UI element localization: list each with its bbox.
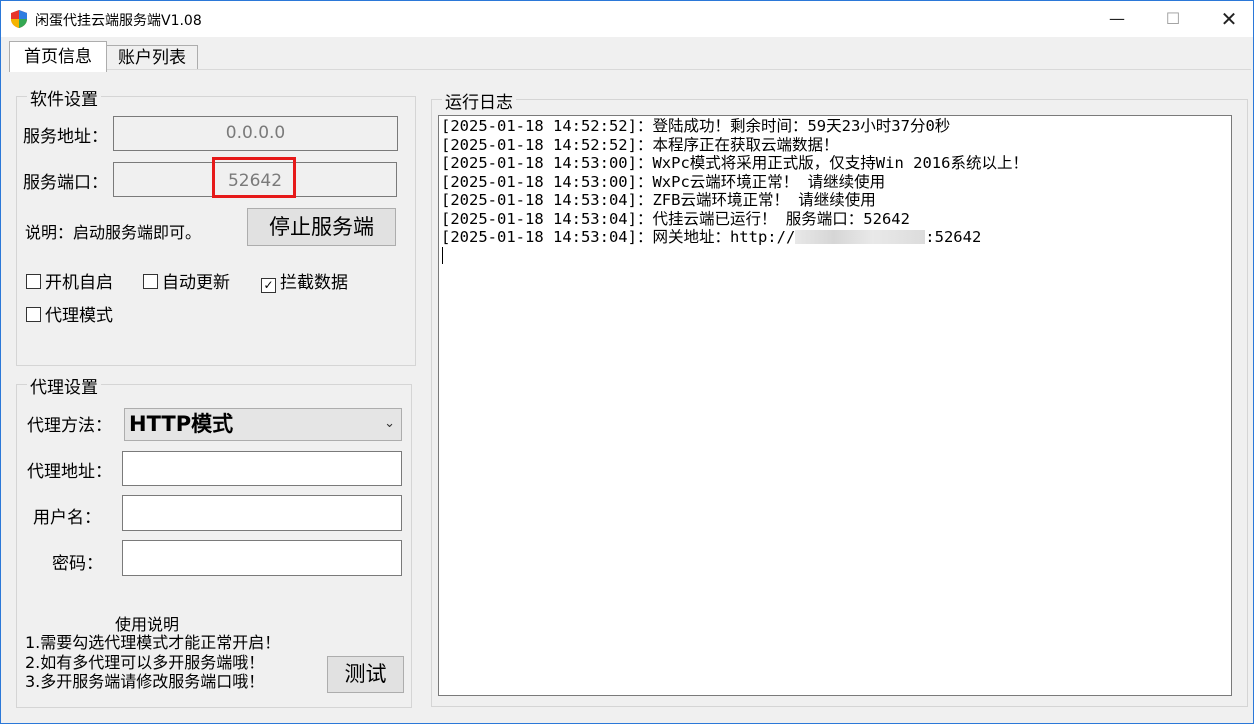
password-label: 密码：: [52, 554, 103, 574]
auto-update-checkbox[interactable]: 自动更新: [143, 268, 230, 293]
proxy-method-label: 代理方法：: [27, 416, 112, 436]
log-line: [2025-01-18 14:52:52]：登陆成功！剩余时间：59天23小时3…: [441, 117, 951, 135]
port-highlight-box: [212, 157, 296, 198]
checkbox-box: [26, 307, 41, 322]
checkbox-box: [143, 274, 158, 289]
service-address-field[interactable]: 0.0.0.0: [113, 116, 398, 151]
auto-update-label: 自动更新: [162, 273, 230, 293]
log-line: [2025-01-18 14:52:52]：本程序正在获取云端数据！: [441, 135, 839, 154]
username-input[interactable]: [122, 495, 402, 531]
proxy-address-input[interactable]: [122, 451, 402, 486]
log-line: [2025-01-18 14:53:00]：WxPc云端环境正常！ 请继续使用: [441, 172, 886, 191]
password-input[interactable]: [122, 540, 402, 576]
minimize-button[interactable]: —: [1089, 1, 1145, 37]
log-line: [2025-01-18 14:53:00]：WxPc模式将采用正式版，仅支持Wi…: [441, 154, 1028, 172]
check-icon: ✓: [261, 278, 276, 293]
instruction-line-3: 3.多开服务端请修改服务端口哦！: [25, 672, 265, 691]
intercept-data-checkbox[interactable]: ✓ 拦截数据: [261, 268, 348, 293]
proxy-method-select[interactable]: HTTP模式 ⌄: [124, 408, 402, 441]
tab-account-list[interactable]: 账户列表: [106, 45, 198, 70]
text-caret: [442, 246, 443, 264]
proxy-address-label: 代理地址：: [27, 462, 112, 482]
tab-home-info[interactable]: 首页信息: [9, 41, 107, 72]
gateway-prefix: [2025-01-18 14:53:04]：网关地址：http://: [441, 228, 796, 246]
username-label: 用户名：: [33, 508, 101, 528]
auto-start-label: 开机自启: [45, 273, 113, 293]
log-textarea[interactable]: [2025-01-18 14:52:52]：登陆成功！剩余时间：59天23小时3…: [438, 115, 1232, 696]
proxy-settings-legend: 代理设置: [27, 373, 101, 398]
redacted-address: [795, 230, 926, 244]
proxy-mode-label: 代理模式: [45, 306, 113, 326]
log-legend: 运行日志: [442, 88, 516, 113]
service-address-label: 服务地址：: [23, 127, 108, 147]
checkbox-box: [26, 274, 41, 289]
intercept-data-label: 拦截数据: [280, 273, 348, 293]
proxy-mode-checkbox[interactable]: 代理模式: [26, 301, 113, 326]
chevron-down-icon: ⌄: [384, 416, 395, 431]
log-line: [2025-01-18 14:53:04]：ZFB云端环境正常！ 请继续使用: [441, 191, 876, 209]
proxy-method-value: HTTP模式: [129, 412, 234, 436]
close-button[interactable]: ✕: [1201, 1, 1254, 37]
stop-service-button[interactable]: 停止服务端: [247, 208, 396, 246]
shield-icon: [11, 10, 27, 28]
gateway-port: :52642: [925, 228, 982, 246]
software-settings-legend: 软件设置: [27, 85, 101, 110]
maximize-button[interactable]: ☐: [1145, 1, 1201, 37]
app-window: 闲蛋代挂云端服务端V1.08 — ☐ ✕ 首页信息 账户列表 软件设置 服务地址…: [0, 0, 1254, 724]
test-button[interactable]: 测试: [327, 656, 404, 693]
auto-start-checkbox[interactable]: 开机自启: [26, 268, 113, 293]
window-title: 闲蛋代挂云端服务端V1.08: [35, 13, 202, 29]
service-port-label: 服务端口：: [23, 173, 108, 193]
service-note: 说明：启动服务端即可。: [25, 223, 202, 242]
log-line: [2025-01-18 14:53:04]：代挂云端已运行！ 服务端口：5264…: [441, 209, 910, 228]
log-line-gateway: [2025-01-18 14:53:04]：网关地址：http:// :52642: [441, 228, 1229, 247]
title-bar: 闲蛋代挂云端服务端V1.08 — ☐ ✕: [1, 1, 1253, 37]
